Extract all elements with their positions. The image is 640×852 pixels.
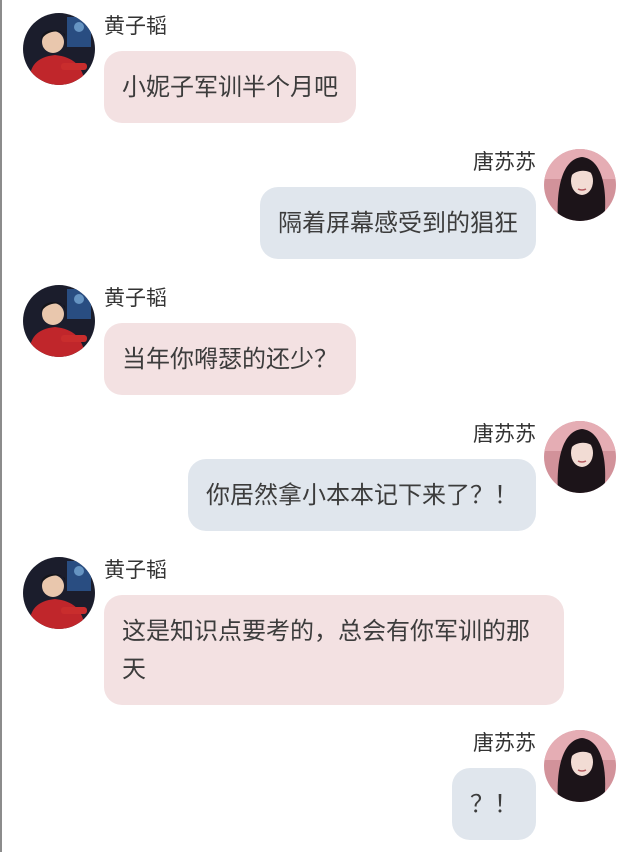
message-bubble[interactable]: 这是知识点要考的，总会有你军训的那天 bbox=[104, 595, 564, 705]
male-avatar[interactable] bbox=[23, 285, 95, 357]
female-avatar[interactable] bbox=[544, 730, 616, 802]
message-bubble[interactable]: 你居然拿小本本记下来了？！ bbox=[188, 459, 536, 531]
female-avatar-icon bbox=[544, 730, 616, 802]
message-bubble[interactable]: ？！ bbox=[452, 768, 536, 840]
male-avatar-icon bbox=[23, 557, 95, 629]
sender-name: 黄子韬 bbox=[104, 14, 167, 38]
sender-name: 黄子韬 bbox=[104, 286, 167, 310]
sender-name: 黄子韬 bbox=[104, 558, 167, 582]
sender-name: 唐苏苏 bbox=[473, 731, 536, 755]
male-avatar[interactable] bbox=[23, 557, 95, 629]
sender-name: 唐苏苏 bbox=[473, 422, 536, 446]
male-avatar-icon bbox=[23, 13, 95, 85]
female-avatar-icon bbox=[544, 149, 616, 221]
message-bubble[interactable]: 隔着屏幕感受到的猖狂 bbox=[260, 187, 536, 259]
female-avatar[interactable] bbox=[544, 149, 616, 221]
sender-name: 唐苏苏 bbox=[473, 150, 536, 174]
male-avatar[interactable] bbox=[23, 13, 95, 85]
chat-thread[interactable]: 黄子韬 小妮子军训半个月吧 唐苏苏 隔着屏幕感受到的猖狂 黄子韬 当年你嘚瑟的还… bbox=[0, 0, 640, 852]
female-avatar-icon bbox=[544, 421, 616, 493]
male-avatar-icon bbox=[23, 285, 95, 357]
female-avatar[interactable] bbox=[544, 421, 616, 493]
message-bubble[interactable]: 当年你嘚瑟的还少？ bbox=[104, 323, 356, 395]
message-bubble[interactable]: 小妮子军训半个月吧 bbox=[104, 51, 356, 123]
